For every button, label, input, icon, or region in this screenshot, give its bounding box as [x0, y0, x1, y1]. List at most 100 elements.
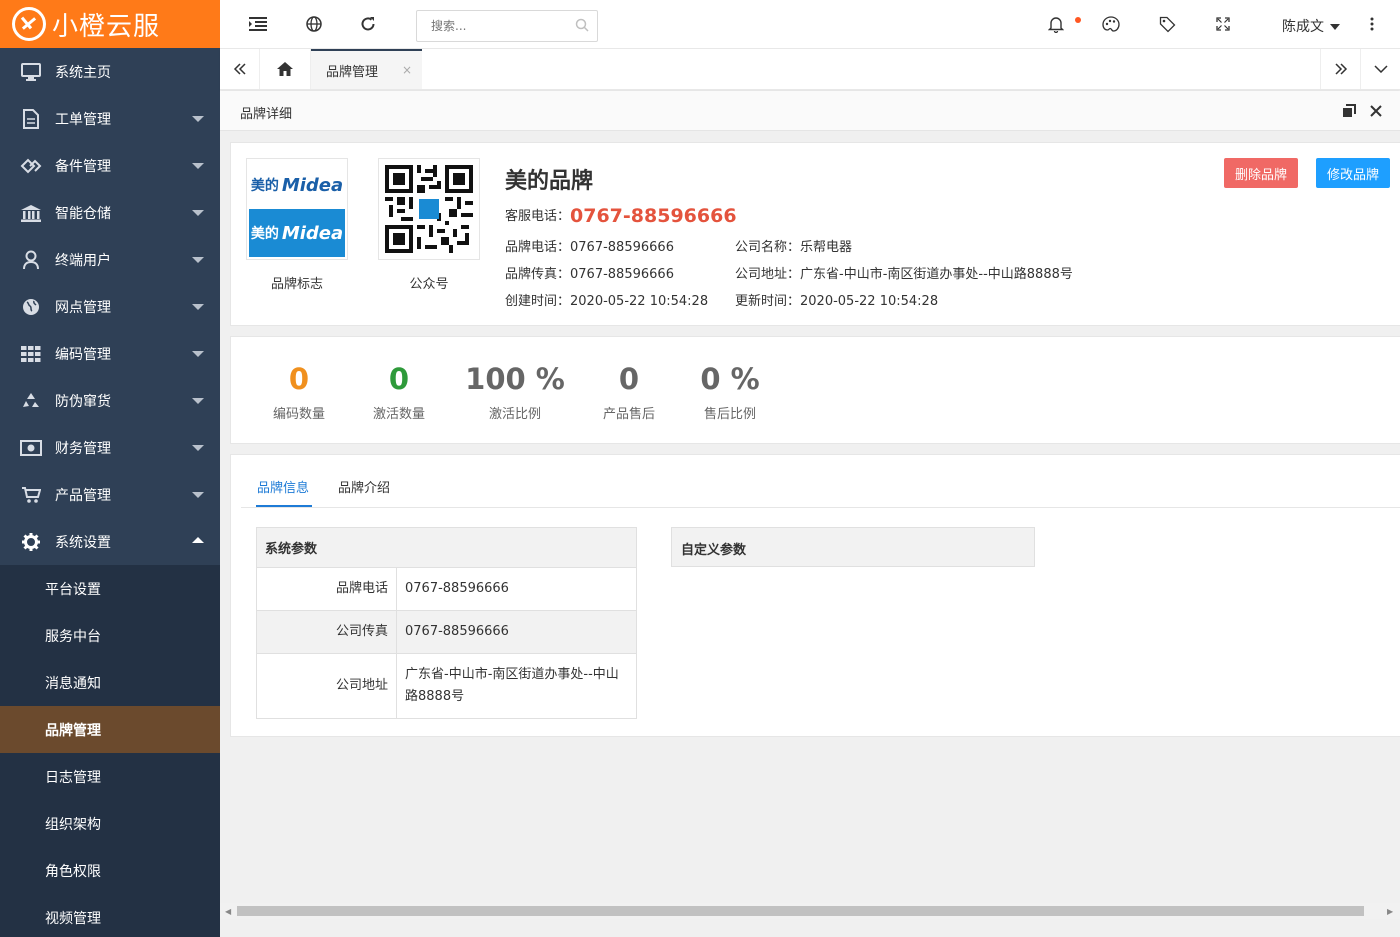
cart-icon — [20, 484, 42, 506]
stat-value: 0 — [288, 362, 310, 396]
subnav-item-video[interactable]: 视频管理 — [0, 894, 220, 937]
scroll-tabs-left-icon[interactable] — [220, 49, 260, 89]
stat-label: 产品售后 — [602, 407, 655, 422]
subnav-item-notifications[interactable]: 消息通知 — [0, 659, 220, 706]
subnav-item-service-center[interactable]: 服务中台 — [0, 612, 220, 659]
user-name: 陈成文 — [1282, 19, 1324, 35]
sidebar-item-warehouse[interactable]: 智能仓储 — [0, 189, 220, 236]
close-tab-icon[interactable]: × — [402, 63, 412, 77]
caret-down-icon — [192, 163, 204, 169]
param-value: 广东省-中山市-南区街道办事处--中山路8888号 — [396, 653, 637, 719]
sidebar-item-label: 系统设置 — [55, 534, 111, 551]
subnav-item-brand[interactable]: 品牌管理 — [0, 706, 220, 753]
more-vertical-icon[interactable] — [1362, 14, 1382, 34]
grid-icon — [20, 343, 42, 365]
sidebar-item-outlets[interactable]: 网点管理 — [0, 283, 220, 330]
sidebar: 小橙云服 系统主页 工单管理 备件管理 智能仓储 终端用户 网点管理 编码管理 … — [0, 0, 220, 937]
delete-brand-button[interactable]: 删除品牌 — [1224, 158, 1299, 188]
tab-brand-info[interactable]: 品牌信息 — [257, 477, 309, 496]
subnav-item-platform[interactable]: 平台设置 — [0, 565, 220, 612]
stat-after-sales: 0 产品售后 — [589, 361, 669, 422]
scrollbar-thumb[interactable] — [237, 906, 1364, 916]
sidebar-item-label: 网点管理 — [55, 299, 111, 316]
monitor-icon — [20, 61, 42, 83]
stats-card: 0 编码数量 0 激活数量 100 % 激活比例 0 产品售后 0 % 售后比例 — [230, 336, 1400, 444]
info-tabs: 品牌信息 品牌介绍 — [241, 455, 1400, 508]
caret-down-icon — [192, 492, 204, 498]
brand-name: 美的品牌 — [505, 169, 594, 194]
tab-options-chevron-icon[interactable] — [1360, 49, 1400, 89]
stat-activated-count: 0 激活数量 — [359, 361, 439, 422]
caret-down-icon — [1330, 24, 1340, 30]
logo-text-cn: 美的 — [250, 178, 279, 194]
palette-icon[interactable] — [1101, 14, 1121, 34]
panel-title: 品牌详细 — [240, 107, 293, 122]
horizontal-scrollbar[interactable]: ◀ ▶ — [220, 903, 1400, 919]
sidebar-item-parts[interactable]: 备件管理 — [0, 142, 220, 189]
sidebar-item-home[interactable]: 系统主页 — [0, 48, 220, 95]
sidebar-item-finance[interactable]: 财务管理 — [0, 424, 220, 471]
search-icon[interactable] — [575, 18, 589, 32]
company-label: 公司名称： — [735, 240, 801, 255]
search-box — [416, 10, 598, 42]
param-key: 公司传真 — [256, 610, 397, 654]
close-icon[interactable] — [1369, 104, 1383, 122]
edit-brand-button[interactable]: 修改品牌 — [1316, 158, 1391, 188]
subnav-item-logs[interactable]: 日志管理 — [0, 753, 220, 800]
bell-icon[interactable] — [1046, 14, 1066, 34]
money-icon — [20, 437, 42, 459]
param-key: 公司地址 — [256, 653, 397, 719]
globe-icon — [20, 296, 42, 318]
brand-fax-label: 品牌传真： — [505, 267, 571, 282]
orange-logo-icon — [12, 7, 46, 41]
sidebar-item-label: 智能仓储 — [55, 205, 111, 222]
brand-phone-value: 0767-88596666 — [570, 240, 674, 255]
tab-brand-management[interactable]: 品牌管理 × — [311, 49, 422, 89]
updated-time: 更新时间：2020-05-22 10:54:28 — [735, 290, 938, 309]
table-row: 公司传真 0767-88596666 — [256, 610, 637, 654]
globe-icon[interactable] — [304, 14, 324, 34]
brand-logo-image: 美的 Midea 美的 Midea — [246, 158, 348, 260]
caret-down-icon — [192, 210, 204, 216]
caret-down-icon — [192, 116, 204, 122]
subnav-item-org[interactable]: 组织架构 — [0, 800, 220, 847]
sidebar-item-products[interactable]: 产品管理 — [0, 471, 220, 518]
scroll-left-arrow-icon[interactable]: ◀ — [225, 907, 231, 916]
sidebar-item-settings[interactable]: 系统设置 — [0, 518, 220, 565]
sidebar-item-label: 系统主页 — [55, 64, 111, 81]
sidebar-item-workorder[interactable]: 工单管理 — [0, 95, 220, 142]
sidebar-item-endusers[interactable]: 终端用户 — [0, 236, 220, 283]
brand-phone-label: 品牌电话： — [505, 240, 571, 255]
home-tab-icon[interactable] — [260, 49, 311, 89]
brand-summary-card: 美的 Midea 美的 Midea 品牌标志 公众号 美的品牌 客服电话：076… — [230, 142, 1400, 326]
caret-down-icon — [192, 398, 204, 404]
qr-code-image — [378, 158, 480, 260]
fullscreen-icon[interactable] — [1213, 14, 1233, 34]
search-input[interactable] — [417, 11, 567, 41]
menu-toggle-icon[interactable] — [248, 14, 268, 34]
document-icon — [20, 108, 42, 130]
midea-logo-bottom: 美的 Midea — [249, 209, 345, 257]
maximize-icon[interactable] — [1342, 104, 1356, 122]
qr-code-icon — [385, 165, 473, 253]
logo-text-en: Midea — [281, 222, 344, 244]
midea-logo-top: 美的 Midea — [249, 161, 345, 209]
user-icon — [20, 249, 42, 271]
custom-params-title: 自定义参数 — [671, 527, 1035, 567]
tag-icon[interactable] — [1157, 14, 1177, 34]
logo-text-en: Midea — [281, 174, 344, 196]
updated-label: 更新时间： — [735, 294, 801, 309]
scroll-right-arrow-icon[interactable]: ▶ — [1387, 907, 1393, 916]
app-logo[interactable]: 小橙云服 — [0, 0, 220, 48]
sidebar-item-anticounterfeit[interactable]: 防伪窜货 — [0, 377, 220, 424]
user-menu[interactable]: 陈成文 — [1282, 16, 1340, 36]
tab-brand-intro[interactable]: 品牌介绍 — [338, 477, 390, 496]
brand-fax-value: 0767-88596666 — [570, 267, 674, 282]
refresh-icon[interactable] — [358, 14, 378, 34]
subnav-item-roles[interactable]: 角色权限 — [0, 847, 220, 894]
tab-label: 品牌管理 — [326, 64, 379, 80]
sidebar-item-codes[interactable]: 编码管理 — [0, 330, 220, 377]
scroll-tabs-right-icon[interactable] — [1320, 49, 1360, 89]
brand-phone: 品牌电话：0767-88596666 — [505, 236, 674, 255]
active-tab-indicator — [256, 505, 312, 507]
